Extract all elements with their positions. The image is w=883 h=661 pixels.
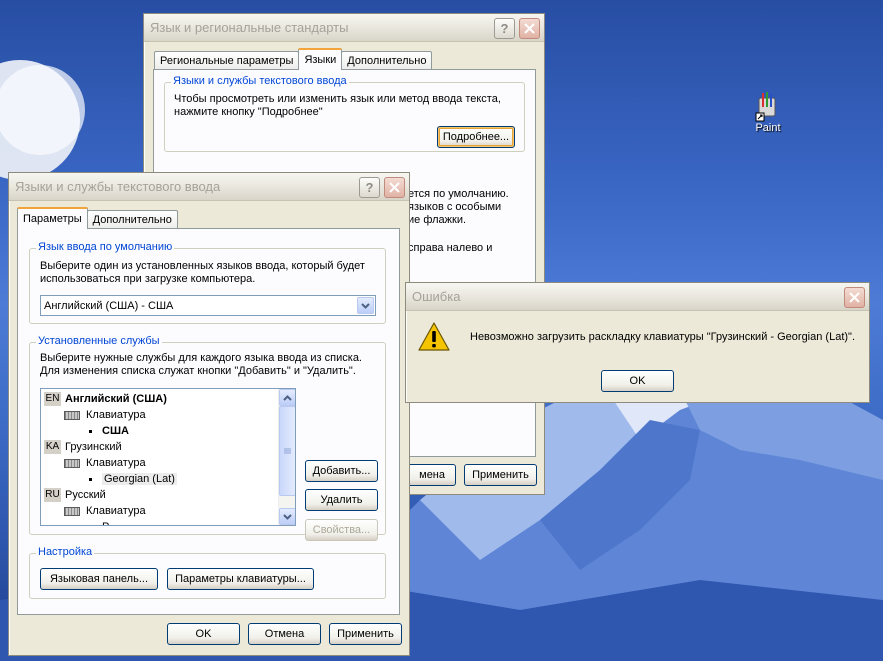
list-item-lang-ka[interactable]: KA Грузинский: [44, 439, 122, 455]
error-close-button[interactable]: [844, 287, 865, 308]
lang-name: Русский: [65, 489, 106, 501]
error-dialog: Ошибка Невозможно загрузить раскладку кл…: [405, 282, 870, 403]
list-item-layout-ru[interactable]: Р: [89, 519, 109, 527]
installed-services-legend: Установленные службы: [36, 335, 162, 347]
properties-button[interactable]: Свойства...: [305, 519, 378, 541]
text-services-line-2: нажмите кнопку "Подробнее": [174, 106, 323, 118]
close-icon: [849, 292, 860, 303]
warning-icon: [418, 322, 450, 351]
list-item-layout-georgian[interactable]: Georgian (Lat): [89, 471, 177, 487]
installed-services-group: Установленные службы Выберите нужные слу…: [29, 335, 386, 541]
tab-parameters[interactable]: Параметры: [17, 207, 88, 229]
default-language-group: Язык ввода по умолчанию Выберите один из…: [29, 241, 386, 324]
error-title-bar[interactable]: Ошибка: [406, 283, 869, 311]
default-language-value: Английский (США) - США: [44, 299, 174, 312]
partial-text-4: справа налево и: [408, 242, 493, 254]
bullet-icon: [89, 526, 92, 527]
services-tabs: Параметры Дополнительно: [17, 207, 178, 229]
list-item-keyboard-ka[interactable]: Клавиатура: [64, 455, 146, 471]
paint-icon-label: Paint: [755, 122, 781, 134]
close-icon: [524, 23, 535, 34]
close-icon: [389, 182, 400, 193]
tab-advanced[interactable]: Дополнительно: [341, 51, 433, 70]
list-item-layout-us[interactable]: США: [89, 423, 129, 439]
services-close-button[interactable]: [384, 177, 405, 198]
installed-line-2: Для изменения списка служат кнопки "Доба…: [40, 365, 356, 377]
paint-icon: [755, 92, 776, 122]
partial-text-1: ется по умолчанию.: [408, 188, 509, 200]
default-language-select[interactable]: Английский (США) - США: [40, 295, 376, 316]
keyboard-settings-button[interactable]: Параметры клавиатуры...: [167, 568, 314, 590]
regional-title-bar[interactable]: Язык и региональные стандарты ?: [144, 14, 544, 42]
partial-text-3: ие флажки.: [408, 214, 467, 226]
keyboard-icon: [64, 506, 80, 516]
keyboard-icon: [64, 410, 80, 420]
settings-group: Настройка Языковая панель... Параметры к…: [29, 546, 386, 599]
text-services-line-1: Чтобы просмотреть или изменить язык или …: [174, 93, 501, 105]
chevron-up-icon: [283, 394, 292, 401]
scroll-up-button[interactable]: [279, 389, 295, 406]
text-services-window: Языки и службы текстового ввода ? Параме…: [8, 172, 410, 656]
chevron-down-icon[interactable]: [357, 297, 374, 314]
tab-regional-params[interactable]: Региональные параметры: [154, 51, 300, 70]
lang-name: Английский (США): [65, 393, 167, 405]
settings-legend: Настройка: [36, 546, 95, 558]
apply-button[interactable]: Применить: [329, 623, 402, 645]
regional-apply-button[interactable]: Применить: [464, 464, 537, 486]
services-help-button[interactable]: ?: [359, 177, 380, 198]
language-bar-button[interactable]: Языковая панель...: [40, 568, 158, 590]
remove-button[interactable]: Удалить: [305, 489, 378, 511]
installed-line-1: Выберите нужные службы для каждого языка…: [40, 352, 362, 364]
error-message: Невозможно загрузить раскладку клавиатур…: [470, 331, 855, 343]
paint-desktop-icon[interactable]: Paint: [748, 92, 788, 134]
error-ok-button[interactable]: OK: [601, 370, 674, 392]
keyboard-icon: [64, 458, 80, 468]
tab-languages[interactable]: Языки: [298, 48, 343, 70]
scroll-down-button[interactable]: [279, 508, 295, 525]
error-title: Ошибка: [412, 289, 461, 304]
grip-icon: [284, 448, 291, 453]
list-item-keyboard-ru[interactable]: Клавиатура: [64, 503, 146, 519]
installed-services-list[interactable]: EN Английский (США) Клавиатура США KA Гр…: [40, 388, 296, 526]
chevron-down-icon: [283, 513, 292, 520]
text-services-group: Языки и службы текстового ввода Чтобы пр…: [164, 75, 525, 152]
scroll-thumb[interactable]: [279, 406, 295, 496]
default-language-legend: Язык ввода по умолчанию: [36, 241, 175, 253]
cancel-button[interactable]: Отмена: [248, 623, 321, 645]
bullet-icon: [89, 429, 92, 433]
services-window-title: Языки и службы текстового ввода: [15, 179, 221, 194]
bullet-icon: [89, 477, 92, 481]
tab-services-advanced[interactable]: Дополнительно: [86, 210, 178, 229]
list-item-lang-ru[interactable]: RU Русский: [44, 487, 106, 503]
close-button[interactable]: [519, 18, 540, 39]
list-item-lang-en[interactable]: EN Английский (США): [44, 391, 167, 407]
partial-text-2: языков с особыми: [408, 201, 502, 213]
default-language-line-1: Выберите один из установленных языков вв…: [40, 260, 365, 272]
help-button[interactable]: ?: [494, 18, 515, 39]
list-item-keyboard-en[interactable]: Клавиатура: [64, 407, 146, 423]
text-services-legend: Языки и службы текстового ввода: [171, 75, 349, 87]
list-scrollbar[interactable]: [278, 389, 295, 525]
default-language-line-2: использоваться при загрузке компьютера.: [40, 273, 256, 285]
add-button[interactable]: Добавить...: [305, 460, 378, 482]
lang-name: Грузинский: [65, 441, 122, 453]
lang-code-badge: EN: [44, 392, 61, 406]
lang-code-badge: KA: [44, 440, 61, 454]
regional-window-title: Язык и региональные стандарты: [150, 20, 349, 35]
ok-button[interactable]: OK: [167, 623, 240, 645]
regional-tabs: Региональные параметры Языки Дополнитель…: [154, 48, 433, 70]
services-tab-panel: Язык ввода по умолчанию Выберите один из…: [17, 228, 400, 615]
details-button[interactable]: Подробнее...: [437, 126, 515, 148]
services-title-bar[interactable]: Языки и службы текстового ввода ?: [9, 173, 409, 201]
lang-code-badge: RU: [44, 488, 61, 502]
